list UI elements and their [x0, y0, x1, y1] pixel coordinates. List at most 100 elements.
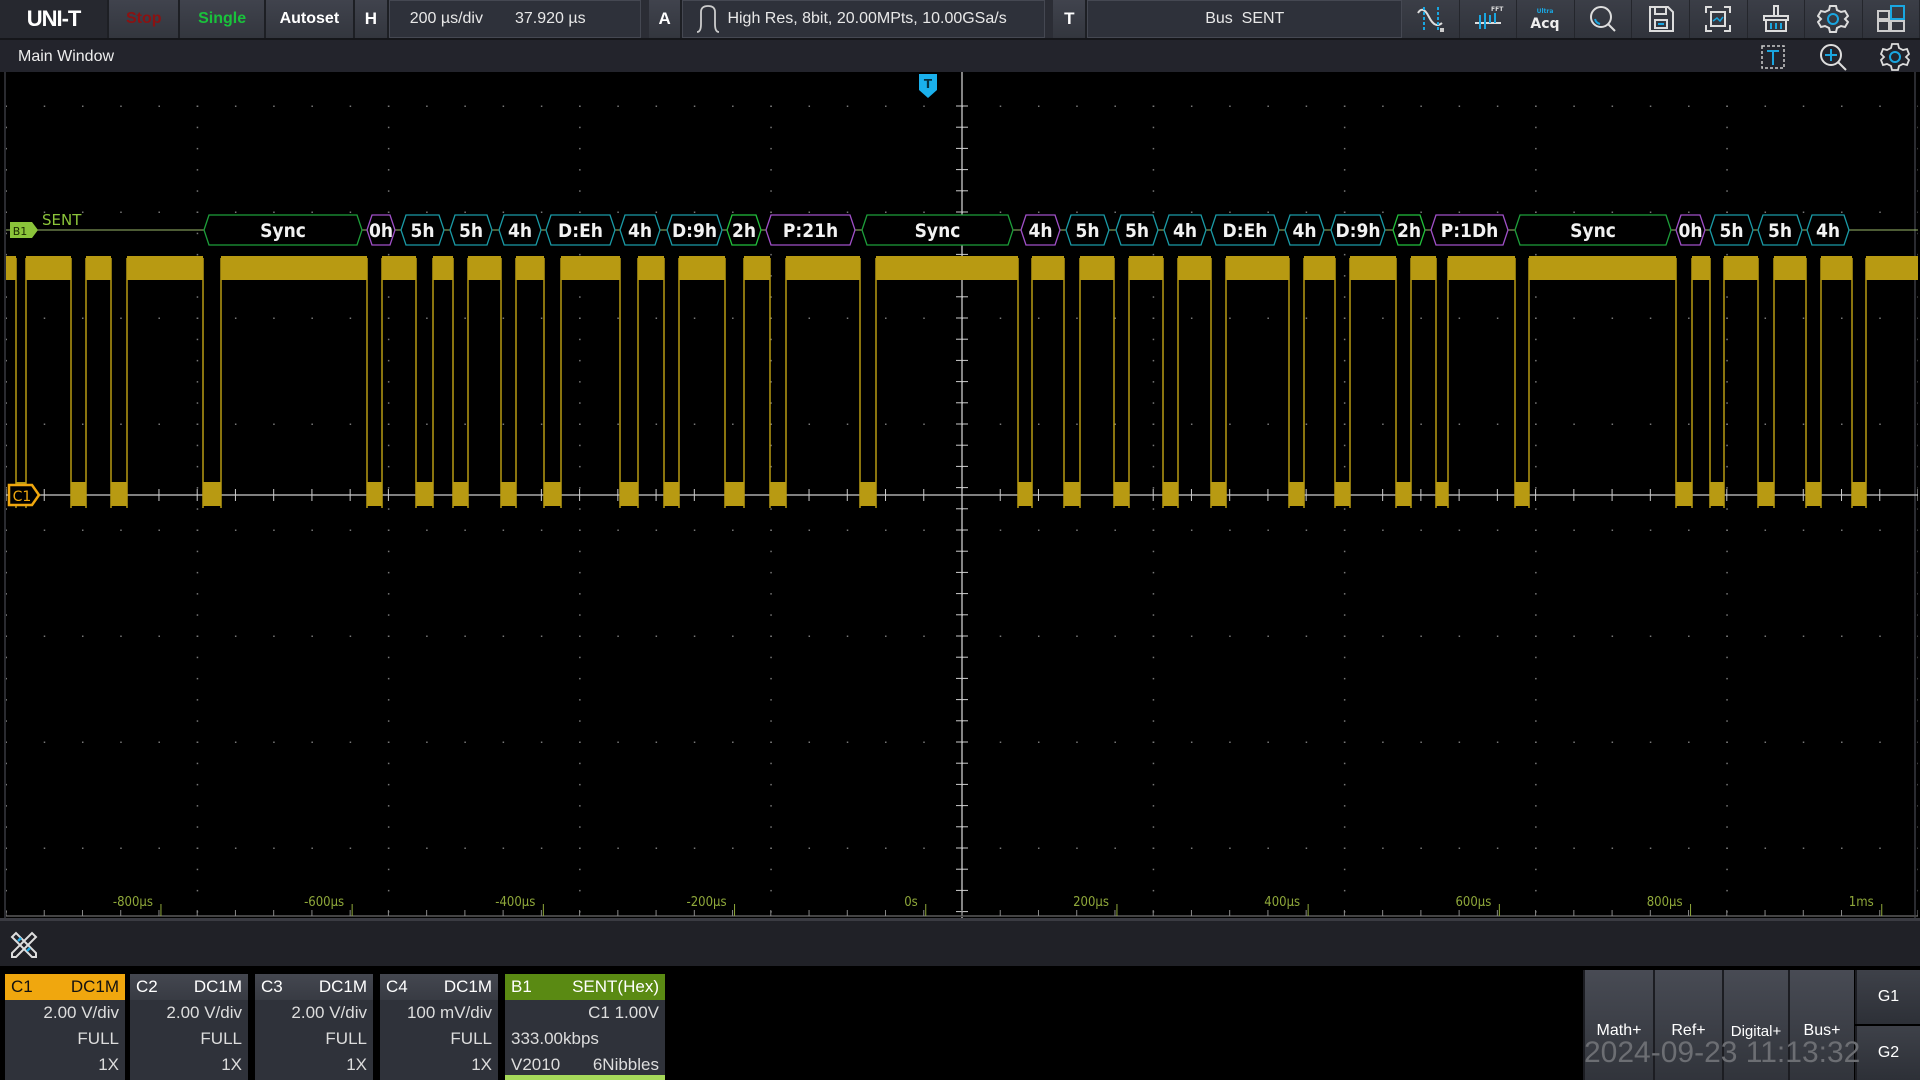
channel-c4-panel[interactable]: C4 DC1M 100 mV/div FULL 1X	[380, 974, 498, 1080]
main-window-bar: Main Window	[0, 38, 1920, 72]
tool-strip	[0, 918, 1920, 966]
c1-high-segment	[1129, 256, 1163, 280]
clear-button[interactable]	[1747, 0, 1806, 38]
c1-high-segment	[1692, 256, 1710, 280]
decode-frame: P:21h	[765, 214, 856, 246]
cursor-button[interactable]	[1402, 0, 1460, 38]
timebase-value: 200 µs/div	[409, 10, 483, 27]
trigger-position-marker[interactable]: T	[919, 74, 937, 98]
window-layout-button[interactable]	[1862, 0, 1920, 38]
decode-frame: 4h	[1163, 214, 1207, 246]
decode-frame-label: 5h	[1075, 220, 1099, 242]
decode-frame: 2h	[1392, 214, 1426, 246]
c1-high-segment	[744, 256, 770, 280]
channel-c3-panel[interactable]: C3 DC1M 2.00 V/div FULL 1X	[255, 974, 373, 1080]
decode-frame: 2h	[726, 214, 762, 246]
decode-frame: D:9h	[666, 214, 723, 246]
trigger-header[interactable]: T	[1053, 0, 1088, 38]
decode-frame: D:Eh	[1210, 214, 1280, 246]
b1-marker[interactable]: B1 SENT	[10, 211, 82, 238]
acquisition-settings[interactable]: High Res, 8bit, 20.00MPts, 10.00GSa/s	[682, 0, 1046, 38]
decode-frame-label: 4h	[1816, 220, 1840, 242]
b1-name-label: SENT	[42, 211, 82, 229]
window-settings-icon[interactable]	[1880, 42, 1910, 72]
decode-frame: 0h	[366, 214, 396, 246]
decode-frame-label: 0h	[369, 220, 393, 242]
search-icon	[1590, 6, 1616, 32]
c1-high-segment	[382, 256, 416, 280]
c1-low-segment	[1064, 482, 1080, 506]
bus-active-indicator	[505, 1075, 665, 1080]
channel-probe: 1X	[346, 1055, 367, 1074]
decode-frame-label: P:21h	[783, 220, 838, 242]
zoom-in-icon[interactable]	[1818, 42, 1848, 72]
horizontal-header[interactable]: H	[355, 0, 389, 38]
channel-c1-panel[interactable]: C1 DC1M 2.00 V/div FULL 1X	[5, 974, 125, 1080]
c1-low-segment	[1436, 482, 1448, 506]
time-tick-label: 400µs	[1264, 895, 1300, 910]
save-icon	[1648, 6, 1674, 32]
c1-high-segment	[1226, 256, 1289, 280]
channel-bandwidth: FULL	[325, 1029, 367, 1048]
c1-low-segment	[203, 482, 221, 506]
decode-frame: 4h	[1806, 214, 1850, 246]
markers: T B1 SENT C1	[7, 74, 937, 507]
channel-c2-panel[interactable]: C2 DC1M 2.00 V/div FULL 1X	[130, 974, 248, 1080]
horizontal-settings[interactable]: 200 µs/div 37.920 µs	[388, 0, 641, 38]
trigger-settings[interactable]: Bus SENT	[1087, 0, 1403, 38]
decode-frame-label: P:1Dh	[1441, 220, 1499, 242]
text-annotation-icon[interactable]	[1758, 42, 1788, 72]
decode-frame: 4h	[498, 214, 542, 246]
bus-protocol: SENT(Hex)	[572, 977, 659, 996]
c1-low-segment	[1114, 482, 1129, 506]
settings-button[interactable]	[1805, 0, 1863, 38]
c1-high-segment	[6, 256, 16, 280]
decode-frame-label: 0h	[1678, 220, 1702, 242]
c1-high-segment	[1350, 256, 1396, 280]
c1-high-segment	[26, 256, 71, 280]
c1-low-segment	[367, 482, 382, 506]
screenshot-button[interactable]	[1689, 0, 1748, 38]
single-button[interactable]: Single	[180, 0, 266, 38]
svg-text:Ultra: Ultra	[1536, 8, 1553, 15]
decode-frame: 5h	[400, 214, 445, 246]
unit-logo: UNI-T	[0, 0, 110, 38]
bus-id: B1	[511, 977, 532, 996]
waveform-canvas: Sync 0h 5h 5h 4h D:Eh 4h D:9h 2h P:21h Sync 4h 5h 5h 4…	[6, 72, 1918, 918]
ultra-acq-button[interactable]: Ultra Acq	[1517, 0, 1575, 38]
decode-frame-label: 4h	[508, 220, 532, 242]
c1-low-segment	[544, 482, 561, 506]
autoset-button[interactable]: Autoset	[265, 0, 355, 38]
fft-button[interactable]: FFT	[1459, 0, 1518, 38]
group-g1-button[interactable]: G1	[1855, 970, 1920, 1024]
c1-marker[interactable]: C1	[7, 483, 41, 507]
decode-frame-label: D:9h	[1335, 220, 1380, 242]
main-window-title: Main Window	[18, 48, 115, 65]
decode-frame: 5h	[1757, 214, 1803, 246]
c1-high-segment	[1724, 256, 1758, 280]
measure-tools-icon[interactable]	[8, 929, 40, 961]
b1-decode-row: Sync 0h 5h 5h 4h D:Eh 4h D:9h 2h P:21h Sync 4h 5h 5h 4…	[203, 214, 1850, 246]
c1-low-segment	[1515, 482, 1529, 506]
run-stop-button[interactable]: Stop	[109, 0, 181, 38]
c1-high-segment	[1032, 256, 1064, 280]
bus-version: V2010	[511, 1055, 561, 1074]
channel-bandwidth: FULL	[450, 1029, 492, 1048]
c1-low-segment	[1396, 482, 1411, 506]
search-button[interactable]	[1574, 0, 1633, 38]
ultra-acq-icon: UltraAcq	[1530, 8, 1559, 32]
group-g2-button[interactable]: G2	[1855, 1026, 1920, 1080]
time-tick-label: 800µs	[1647, 895, 1683, 910]
c1-high-segment	[786, 256, 860, 280]
clear-icon	[1762, 5, 1789, 32]
c1-low-segment	[725, 482, 744, 506]
acquisition-header[interactable]: A	[648, 0, 683, 38]
channel-id: C4	[386, 977, 408, 996]
bus-b1-panel[interactable]: B1 SENT(Hex) C1 1.00V 333.00kbps V2010 6Ni…	[505, 974, 665, 1080]
save-button[interactable]	[1632, 0, 1690, 38]
c1-low-segment	[1852, 482, 1866, 506]
top-toolbar: UNI-T Stop Single Autoset H 200 µs/div 3…	[0, 0, 1920, 38]
decode-frame-label: 5h	[1768, 220, 1792, 242]
decode-frame-label: 5h	[1125, 220, 1149, 242]
waveform-display[interactable]: Sync 0h 5h 5h 4h D:Eh 4h D:9h 2h P:21h Sync 4h 5h 5h 4…	[4, 72, 1918, 918]
